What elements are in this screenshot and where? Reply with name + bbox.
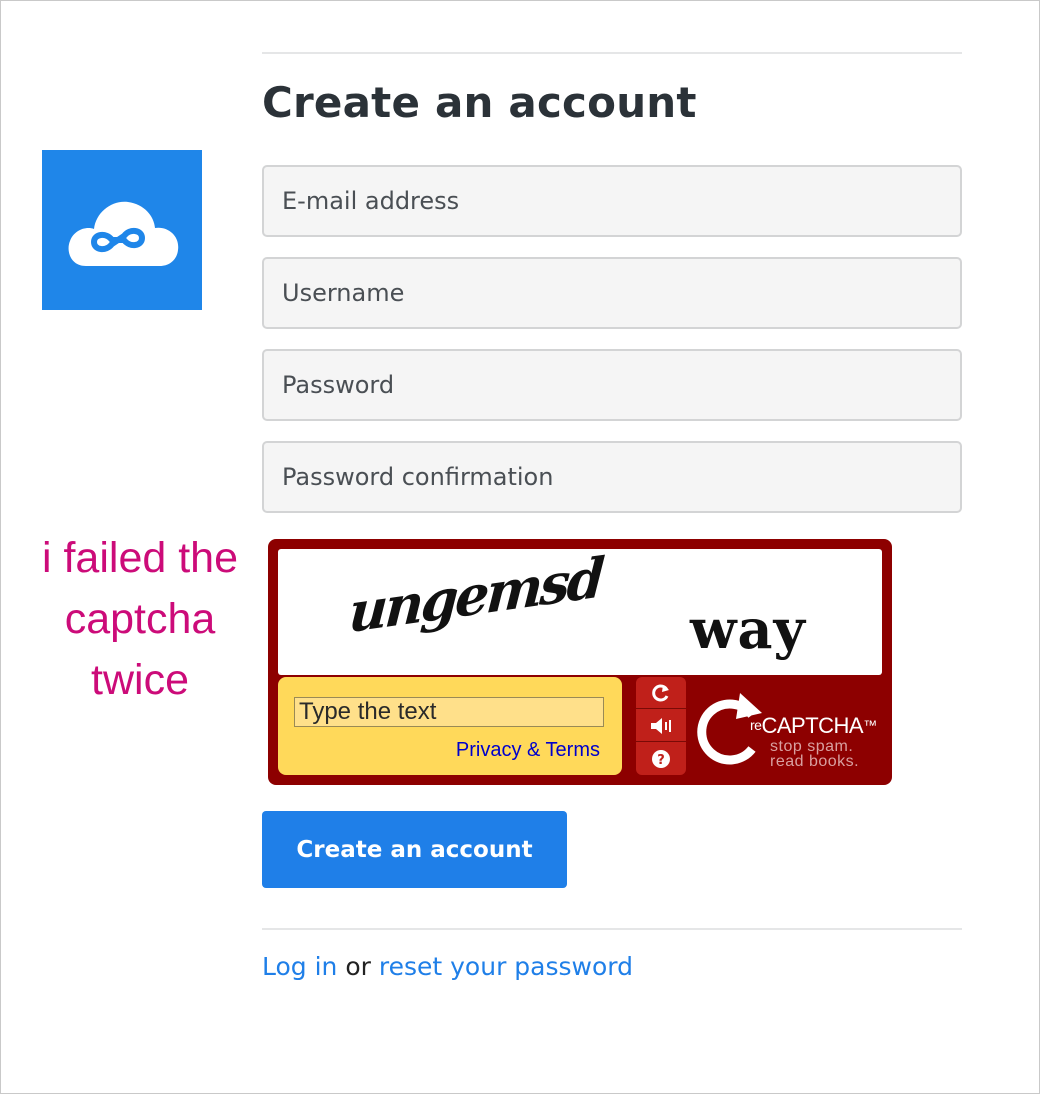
password-confirmation-field[interactable] [262, 441, 962, 513]
recaptcha-brand-name: CAPTCHA [761, 713, 864, 738]
annotation-line: i failed the [41, 534, 239, 582]
bottom-divider [262, 928, 962, 930]
captcha-audio-button[interactable] [636, 710, 686, 742]
captcha-help-button[interactable]: ? [636, 743, 686, 775]
recaptcha-widget: ungemsd way Privacy & Terms ? [268, 539, 892, 785]
recaptcha-tagline-line: read books. [770, 753, 860, 770]
annotation-line: captcha [64, 595, 216, 643]
username-field[interactable] [262, 257, 962, 329]
recaptcha-brand-prefix: re [750, 717, 762, 733]
captcha-response-input[interactable] [294, 697, 604, 727]
recaptcha-tagline-line: stop spam. [770, 738, 854, 755]
page-title: Create an account [262, 78, 697, 127]
recaptcha-tagline: stop spam. read books. [770, 738, 890, 770]
captcha-challenge-image: ungemsd way [278, 545, 882, 675]
captcha-refresh-button[interactable] [636, 677, 686, 709]
app-logo [42, 150, 202, 310]
audio-icon [651, 717, 671, 734]
footer-links: Log in or reset your password [262, 952, 633, 981]
help-icon: ? [652, 750, 670, 768]
password-field[interactable] [262, 349, 962, 421]
email-field[interactable] [262, 165, 962, 237]
footer-separator: or [345, 952, 371, 981]
handwritten-annotation: i failed the captcha twice [20, 528, 260, 711]
captcha-word: way [690, 597, 806, 661]
captcha-controls: ? [636, 677, 686, 775]
recaptcha-brand: reCAPTCHA™ [750, 713, 877, 739]
recaptcha-trademark: ™ [863, 717, 877, 733]
recaptcha-logo: reCAPTCHA™ stop spam. read books. [696, 687, 882, 775]
annotation-line: twice [91, 656, 189, 704]
captcha-privacy-terms-link[interactable]: Privacy & Terms [456, 739, 600, 762]
reset-password-link[interactable]: reset your password [379, 952, 633, 981]
refresh-icon [652, 684, 669, 701]
captcha-response-area: Privacy & Terms [278, 677, 622, 775]
create-account-button[interactable]: Create an account [262, 811, 567, 888]
captcha-word: ungemsd [346, 544, 604, 646]
login-link[interactable]: Log in [262, 952, 337, 981]
svg-text:?: ? [657, 753, 665, 768]
top-divider [262, 52, 962, 54]
cloud-infinity-icon [68, 201, 179, 266]
